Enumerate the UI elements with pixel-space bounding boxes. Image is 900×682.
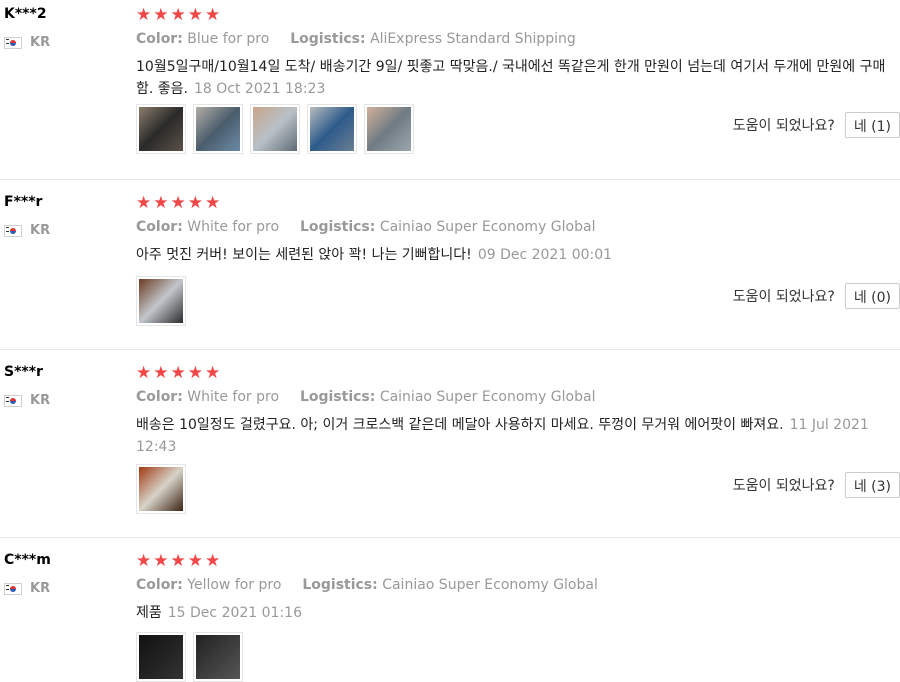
country-code: KR	[30, 581, 51, 596]
star-icon: ★	[205, 193, 221, 213]
review-photos	[136, 464, 186, 514]
review-body: 아주 멋진 커버! 보이는 세련된 앉아 꽉! 나는 기뻐합니다!	[136, 247, 472, 263]
color-value: White for pro	[187, 219, 280, 235]
helpful-section: 도움이 되었나요? 네 (3)	[733, 472, 900, 498]
logistics-label: Logistics:	[299, 389, 376, 405]
review-meta: Color: White for pro Logistics: Cainiao …	[136, 389, 595, 405]
review-date: 15 Dec 2021 01:16	[167, 605, 302, 621]
review-photo[interactable]	[307, 104, 357, 154]
korea-flag-icon	[4, 224, 22, 237]
color-value: Yellow for pro	[187, 577, 282, 593]
star-icon: ★	[187, 193, 203, 213]
review-meta: Color: Yellow for pro Logistics: Cainiao…	[136, 577, 598, 593]
reviewer-name: S***r	[4, 364, 43, 380]
review-text: 제품 15 Dec 2021 01:16	[136, 602, 896, 624]
color-label: Color:	[136, 219, 183, 235]
review-photo[interactable]	[250, 104, 300, 154]
rating-stars: ★ ★ ★ ★ ★	[136, 365, 220, 382]
star-icon: ★	[187, 5, 203, 25]
logistics-label: Logistics:	[302, 577, 378, 593]
review-date: 09 Dec 2021 00:01	[477, 247, 613, 263]
helpful-yes-button[interactable]: 네 (0)	[844, 283, 900, 309]
star-icon: ★	[187, 551, 203, 571]
helpful-label: 도움이 되었나요?	[732, 289, 835, 305]
helpful-label: 도움이 되었나요?	[732, 118, 835, 134]
logistics-value: Cainiao Super Economy Global	[379, 219, 596, 235]
color-value: Blue for pro	[187, 31, 270, 47]
review-date: 18 Oct 2021 18:23	[194, 81, 326, 97]
logistics-label: Logistics:	[290, 31, 366, 47]
logistics-value: AliExpress Standard Shipping	[370, 31, 576, 47]
star-icon: ★	[136, 551, 152, 571]
reviewer-country: KR	[4, 393, 50, 408]
review-photo[interactable]	[136, 276, 186, 326]
star-icon: ★	[153, 363, 169, 383]
review-body: 제품	[136, 605, 162, 621]
star-icon: ★	[187, 363, 203, 383]
review-photo[interactable]	[136, 104, 186, 154]
korea-flag-icon	[4, 36, 22, 49]
country-code: KR	[30, 223, 51, 238]
star-icon: ★	[153, 193, 169, 213]
review-photos	[136, 104, 414, 154]
color-label: Color:	[136, 31, 183, 47]
reviewer-name: F***r	[4, 194, 43, 210]
star-icon: ★	[136, 193, 152, 213]
star-icon: ★	[153, 5, 169, 25]
logistics-value: Cainiao Super Economy Global	[382, 577, 598, 593]
korea-flag-icon	[4, 394, 22, 407]
star-icon: ★	[205, 5, 221, 25]
review-photo[interactable]	[136, 464, 186, 514]
korea-flag-icon	[4, 582, 22, 595]
review-meta: Color: White for pro Logistics: Cainiao …	[136, 219, 595, 235]
review-meta: Color: Blue for pro Logistics: AliExpres…	[136, 31, 576, 47]
review-photo[interactable]	[364, 104, 414, 154]
helpful-yes-button[interactable]: 네 (3)	[844, 472, 900, 498]
reviewer-country: KR	[4, 581, 50, 596]
reviewer-name: C***m	[4, 552, 51, 568]
logistics-label: Logistics:	[299, 219, 376, 235]
star-icon: ★	[170, 363, 186, 383]
review-item: F***r KR ★ ★ ★ ★ ★ Color: White for pro …	[0, 180, 900, 350]
rating-stars: ★ ★ ★ ★ ★	[136, 7, 220, 24]
review-text: 10월5일구매/10월14일 도착/ 배송기간 9일/ 핏좋고 딱맞음./ 국내…	[136, 56, 896, 100]
star-icon: ★	[170, 5, 186, 25]
color-label: Color:	[136, 389, 183, 405]
review-item: S***r KR ★ ★ ★ ★ ★ Color: White for pro …	[0, 350, 900, 538]
reviewer-name: K***2	[4, 6, 47, 22]
review-body: 배송은 10일정도 걸렸구요. 아; 이거 크로스백 같은데 메달아 사용하지 …	[136, 417, 784, 433]
star-icon: ★	[136, 363, 152, 383]
helpful-yes-button[interactable]: 네 (1)	[844, 112, 900, 138]
rating-stars: ★ ★ ★ ★ ★	[136, 195, 220, 212]
helpful-section: 도움이 되었나요? 네 (1)	[733, 112, 900, 138]
star-icon: ★	[205, 363, 221, 383]
color-label: Color:	[136, 577, 183, 593]
review-photo[interactable]	[193, 104, 243, 154]
review-text: 아주 멋진 커버! 보이는 세련된 앉아 꽉! 나는 기뻐합니다! 09 Dec …	[136, 244, 896, 266]
star-icon: ★	[153, 551, 169, 571]
review-item: K***2 KR ★ ★ ★ ★ ★ Color: Blue for pro L…	[0, 0, 900, 180]
helpful-section: 도움이 되었나요? 네 (0)	[733, 283, 900, 309]
rating-stars: ★ ★ ★ ★ ★	[136, 553, 220, 570]
reviewer-country: KR	[4, 223, 50, 238]
review-photos	[136, 276, 186, 326]
star-icon: ★	[170, 193, 186, 213]
country-code: KR	[30, 35, 51, 50]
review-text: 배송은 10일정도 걸렸구요. 아; 이거 크로스백 같은데 메달아 사용하지 …	[136, 414, 896, 458]
logistics-value: Cainiao Super Economy Global	[379, 389, 596, 405]
country-code: KR	[30, 393, 51, 408]
color-value: White for pro	[187, 389, 280, 405]
star-icon: ★	[205, 551, 221, 571]
reviewer-country: KR	[4, 35, 50, 50]
review-item: C***m KR ★ ★ ★ ★ ★ Color: Yellow for pro…	[0, 538, 900, 682]
star-icon: ★	[170, 551, 186, 571]
helpful-label: 도움이 되었나요?	[732, 478, 835, 494]
star-icon: ★	[136, 5, 152, 25]
